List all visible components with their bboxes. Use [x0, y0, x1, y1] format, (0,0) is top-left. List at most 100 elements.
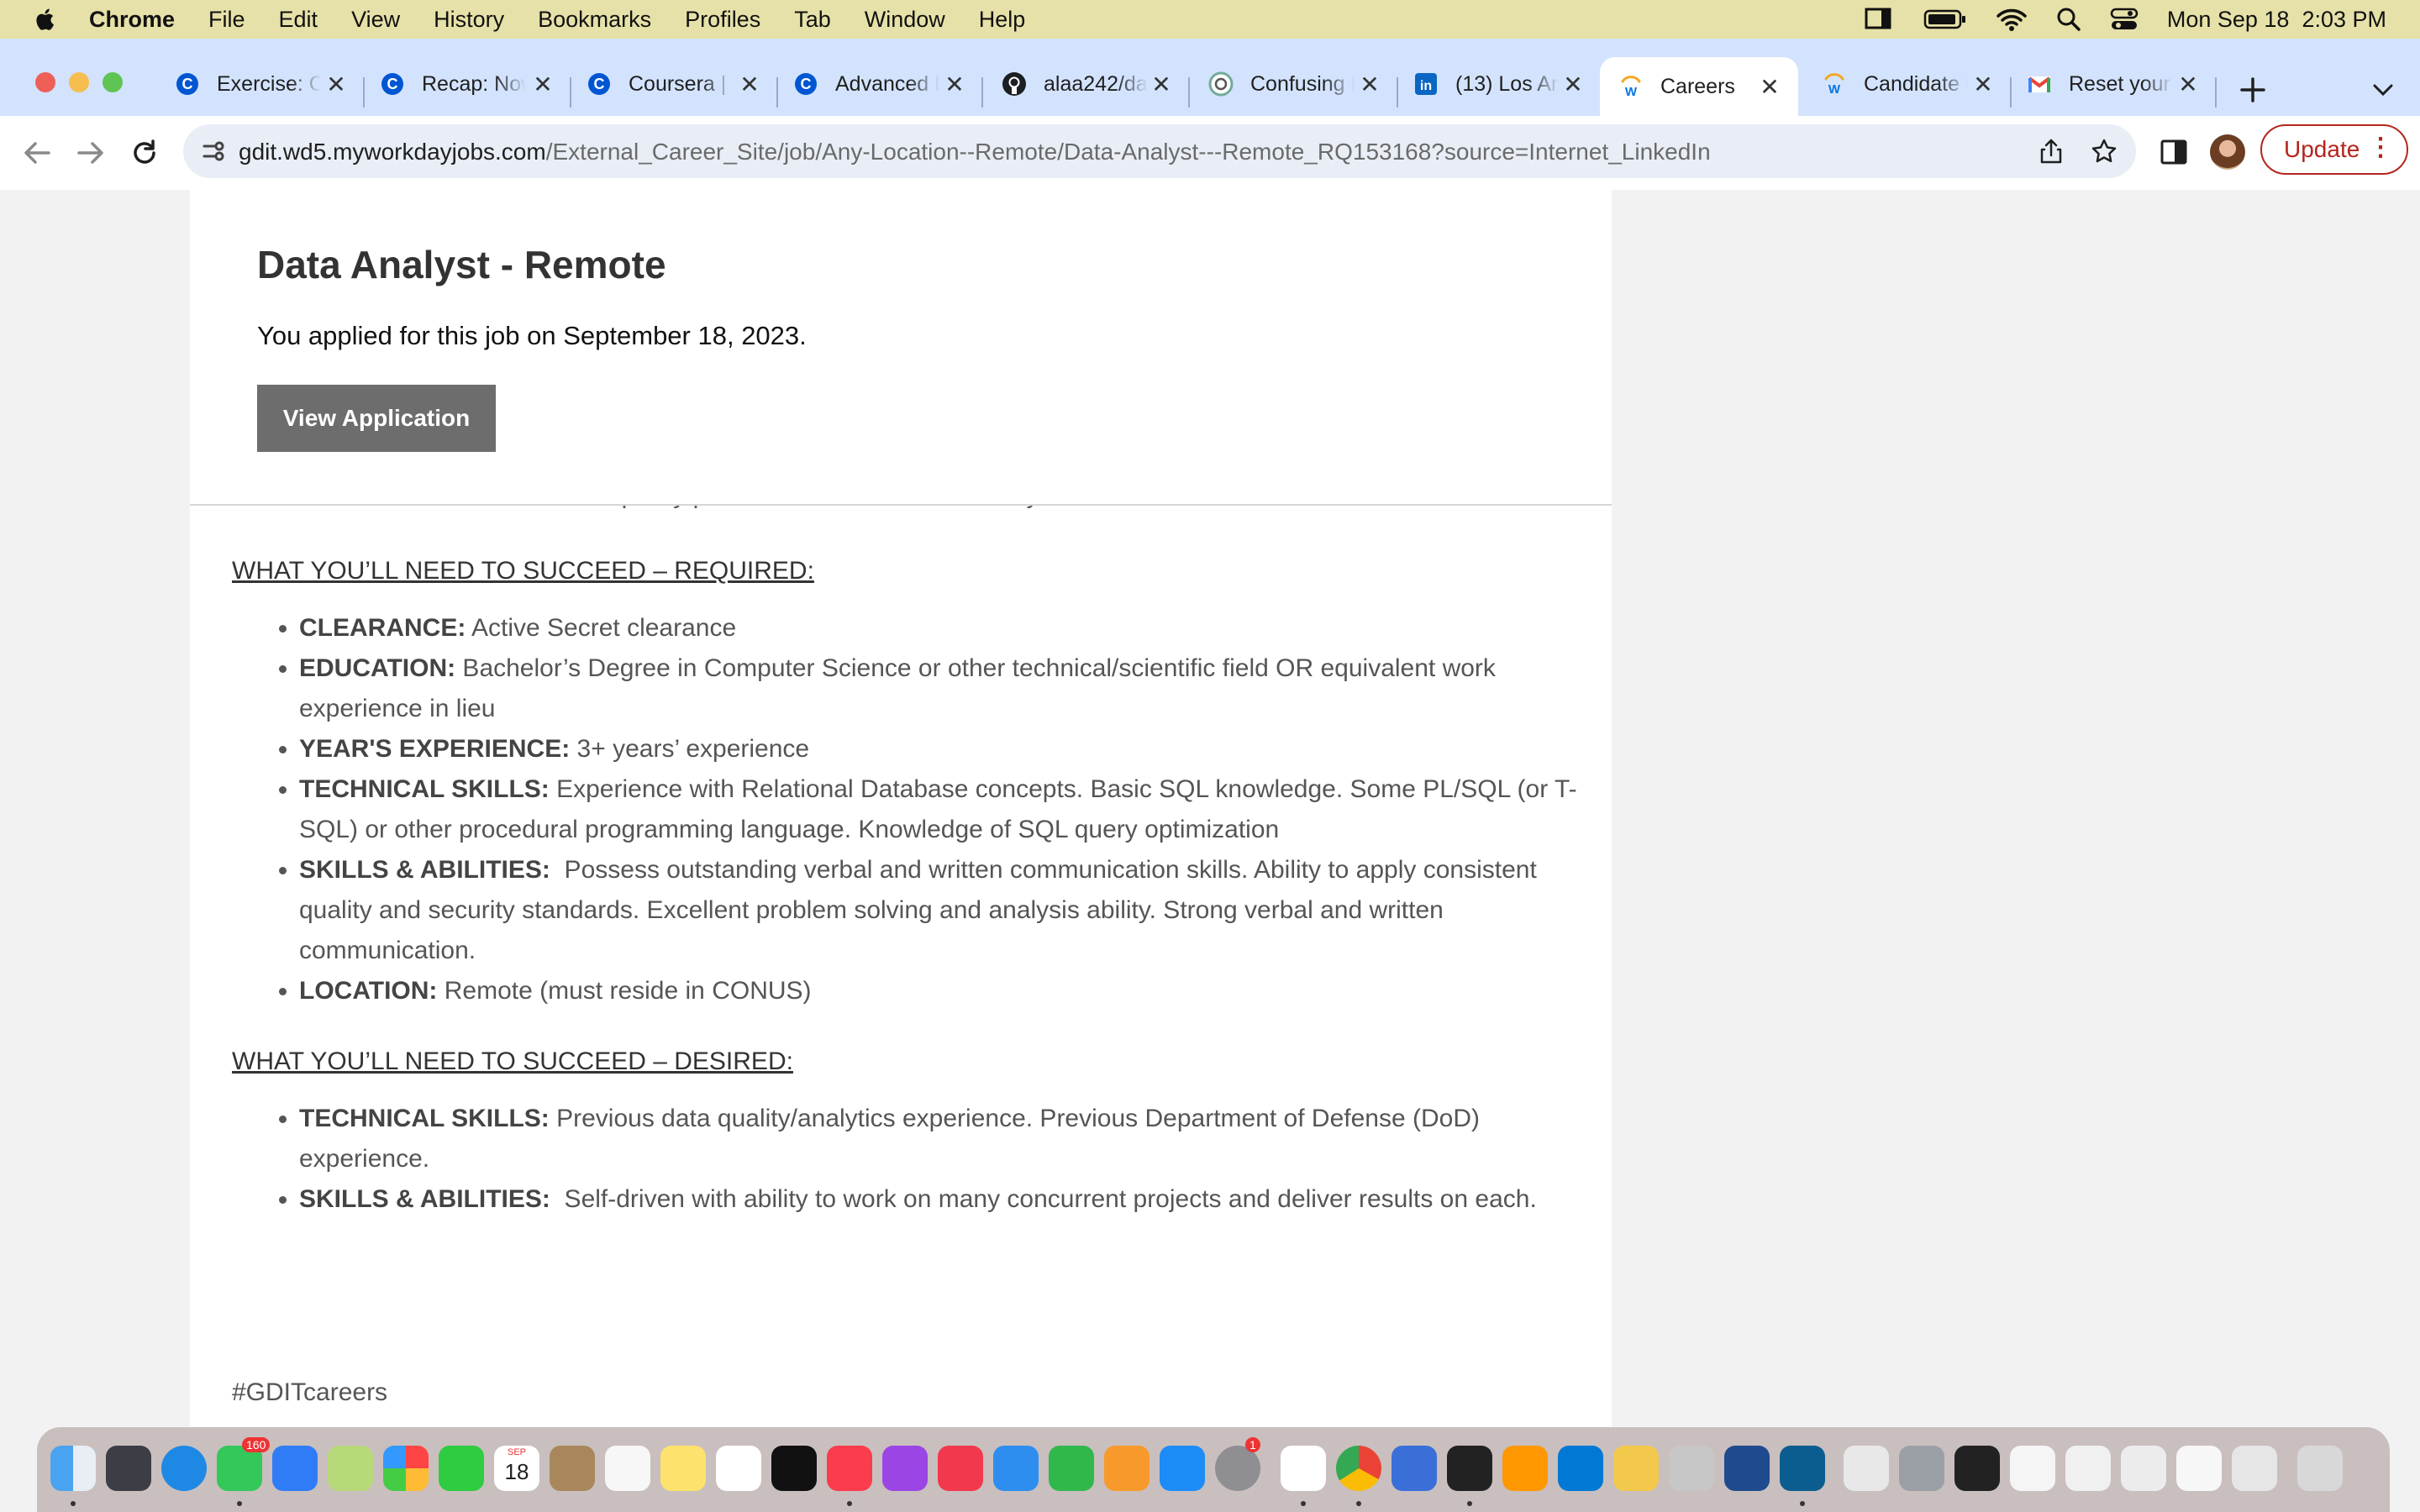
tab-close-icon[interactable]: ✕	[1150, 71, 1173, 98]
document-icon[interactable]	[1844, 1446, 1889, 1491]
menu-edit[interactable]: Edit	[279, 7, 318, 33]
tab-separator	[363, 77, 365, 108]
menu-profiles[interactable]: Profiles	[685, 7, 760, 33]
freeform-icon[interactable]	[716, 1446, 761, 1491]
window-zoom-button[interactable]	[103, 72, 123, 92]
window-close-button[interactable]	[35, 72, 55, 92]
screen-mirroring-icon[interactable]	[1865, 7, 1895, 32]
tab-close-icon[interactable]: ✕	[1758, 73, 1781, 101]
vscode-icon[interactable]	[1558, 1446, 1603, 1491]
screen-recorder-icon[interactable]	[1392, 1446, 1437, 1491]
more-menu-icon[interactable]: ⋮	[2368, 133, 2393, 162]
rocket-app-icon[interactable]	[1669, 1446, 1714, 1491]
list-item: TECHNICAL SKILLS: Previous data quality/…	[299, 1099, 1585, 1179]
tab-chatgpt[interactable]: Confusing H ✕	[1208, 59, 1381, 109]
tab-close-icon[interactable]: ✕	[324, 71, 348, 98]
back-arrow-icon[interactable]	[22, 138, 52, 168]
tab-github[interactable]: alaa242/da ✕	[1002, 59, 1173, 109]
window-thumbnail-icon[interactable]	[2176, 1446, 2222, 1491]
tab-search-chevron-icon[interactable]	[2371, 81, 2395, 99]
update-chrome-button[interactable]: Update ⋮	[2260, 124, 2408, 175]
music-icon[interactable]	[827, 1446, 872, 1491]
system-settings-icon[interactable]	[1215, 1446, 1260, 1491]
notes-icon[interactable]	[660, 1446, 706, 1491]
facetime-icon[interactable]	[439, 1446, 484, 1491]
tab-close-icon[interactable]: ✕	[1561, 71, 1585, 98]
tab-exercise[interactable]: C Exercise: Cr ✕	[175, 59, 348, 109]
bookmark-star-icon[interactable]	[2091, 138, 2118, 165]
launchpad-icon[interactable]	[106, 1446, 151, 1491]
tab-close-icon[interactable]: ✕	[943, 71, 966, 98]
view-application-button[interactable]: View Application	[257, 385, 496, 452]
new-tab-icon[interactable]	[2238, 76, 2267, 104]
tab-separator	[570, 77, 571, 108]
trash-icon[interactable]	[2297, 1446, 2343, 1491]
wifi-icon[interactable]	[1996, 7, 2028, 32]
share-icon[interactable]	[2039, 138, 2064, 165]
photos-icon[interactable]	[383, 1446, 429, 1491]
reload-icon[interactable]	[129, 138, 160, 168]
menu-tab[interactable]: Tab	[794, 7, 831, 33]
slack-icon[interactable]	[1281, 1446, 1326, 1491]
mysql-workbench-icon[interactable]	[1780, 1446, 1825, 1491]
tab-close-icon[interactable]: ✕	[2176, 71, 2200, 98]
menu-bookmarks[interactable]: Bookmarks	[538, 7, 651, 33]
tab-careers[interactable]: W Careers ✕	[1600, 57, 1798, 116]
app-store-icon[interactable]	[1160, 1446, 1205, 1491]
python-launcher-icon[interactable]	[1613, 1446, 1659, 1491]
mail-icon[interactable]	[272, 1446, 318, 1491]
menu-chrome[interactable]: Chrome	[89, 7, 175, 33]
tableau-icon[interactable]	[1724, 1446, 1770, 1491]
window-minimize-button[interactable]	[69, 72, 89, 92]
tab-candidate[interactable]: W Candidate H ✕	[1822, 59, 1995, 109]
pages-icon[interactable]	[1104, 1446, 1150, 1491]
news-icon[interactable]	[938, 1446, 983, 1491]
profile-avatar[interactable]	[2210, 134, 2245, 170]
menu-file[interactable]: File	[208, 7, 245, 33]
keynote-icon[interactable]	[993, 1446, 1039, 1491]
terminal-icon[interactable]	[1447, 1446, 1492, 1491]
url-text[interactable]: gdit.wd5.myworkdayjobs.com/External_Care…	[239, 139, 1711, 165]
numbers-icon[interactable]	[1049, 1446, 1094, 1491]
sublime-text-icon[interactable]	[1502, 1446, 1548, 1491]
downloads-stack-icon[interactable]	[1899, 1446, 1944, 1491]
tab-close-icon[interactable]: ✕	[1971, 71, 1995, 98]
finder-icon[interactable]	[50, 1446, 96, 1491]
menu-view[interactable]: View	[351, 7, 400, 33]
calendar-icon[interactable]: SEP 18	[494, 1446, 539, 1491]
side-panel-icon[interactable]	[2160, 138, 2188, 166]
apple-tv-icon[interactable]	[771, 1446, 817, 1491]
tab-close-icon[interactable]: ✕	[1358, 71, 1381, 98]
window-thumbnail-icon[interactable]	[2010, 1446, 2055, 1491]
battery-icon[interactable]	[1923, 8, 1967, 30]
address-bar[interactable]: gdit.wd5.myworkdayjobs.com/External_Care…	[183, 124, 2136, 178]
tab-advanced[interactable]: C Advanced D ✕	[793, 59, 966, 109]
forward-arrow-icon[interactable]	[76, 138, 106, 168]
tab-close-icon[interactable]: ✕	[531, 71, 555, 98]
window-thumbnail-icon[interactable]	[2232, 1446, 2277, 1491]
menu-bar-clock[interactable]: Mon Sep 18 2:03 PM	[2167, 7, 2386, 33]
podcasts-icon[interactable]	[882, 1446, 928, 1491]
menu-help[interactable]: Help	[979, 7, 1026, 33]
control-center-icon[interactable]	[2110, 7, 2139, 32]
maps-icon[interactable]	[328, 1446, 373, 1491]
window-thumbnail-icon[interactable]	[2121, 1446, 2166, 1491]
apple-menu-icon[interactable]	[34, 7, 59, 32]
safari-icon[interactable]	[161, 1446, 207, 1491]
contacts-icon[interactable]	[550, 1446, 595, 1491]
tab-recap[interactable]: C Recap: Now ✕	[380, 59, 555, 109]
tab-close-icon[interactable]: ✕	[738, 71, 761, 98]
spotlight-search-icon[interactable]	[2056, 7, 2081, 32]
tab-gmail[interactable]: Reset your ✕	[2027, 59, 2200, 109]
window-thumbnail-icon[interactable]	[2065, 1446, 2111, 1491]
tab-coursera[interactable]: C Coursera | O ✕	[587, 59, 761, 109]
messages-icon[interactable]	[217, 1446, 262, 1491]
menu-history[interactable]: History	[434, 7, 504, 33]
chrome-icon[interactable]	[1336, 1446, 1381, 1491]
site-info-icon[interactable]	[202, 139, 225, 163]
menu-window[interactable]: Window	[865, 7, 945, 33]
tab-linkedin[interactable]: in (13) Los Ang ✕	[1413, 59, 1585, 109]
screenshot-thumbnail-icon[interactable]	[1954, 1446, 2000, 1491]
desired-list: TECHNICAL SKILLS: Previous data quality/…	[232, 1099, 1585, 1220]
reminders-icon[interactable]	[605, 1446, 650, 1491]
